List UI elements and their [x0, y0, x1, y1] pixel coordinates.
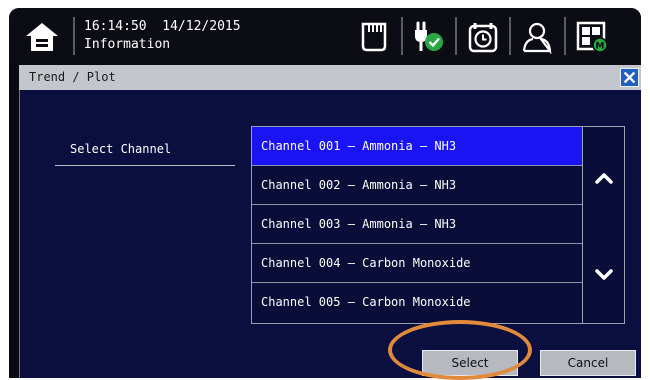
channel-row-001[interactable]: Channel 001 – Ammonia – NH3: [252, 127, 582, 166]
channel-scrollbar: [583, 126, 625, 324]
divider: [564, 17, 566, 55]
dialog-body: Select Channel Channel 001 – Ammonia – N…: [19, 90, 641, 378]
channel-row-005[interactable]: Channel 005 – Carbon Monoxide: [252, 283, 582, 322]
alarm-clock-icon[interactable]: [466, 20, 500, 54]
scroll-down-icon[interactable]: [594, 268, 614, 282]
status-time: 16:14:50: [84, 19, 147, 34]
channel-list: Channel 001 – Ammonia – NH3 Channel 002 …: [251, 126, 583, 324]
grid-menu-icon[interactable]: M: [575, 20, 609, 54]
svg-text:M: M: [596, 42, 605, 52]
home-icon[interactable]: [25, 21, 59, 53]
channel-row-002[interactable]: Channel 002 – Ammonia – NH3: [252, 166, 582, 205]
divider: [401, 17, 403, 55]
close-icon[interactable]: [620, 68, 639, 87]
dialog-title-bar: Trend / Plot: [19, 65, 641, 90]
channel-row-004[interactable]: Channel 004 – Carbon Monoxide: [252, 244, 582, 283]
user-icon[interactable]: [520, 20, 554, 54]
screen-name: Information: [84, 37, 171, 52]
divider: [509, 17, 511, 55]
select-button[interactable]: Select: [422, 350, 518, 376]
dialog-title: Trend / Plot: [29, 70, 116, 84]
channel-row-003[interactable]: Channel 003 – Ammonia – NH3: [252, 205, 582, 244]
power-plug-ok-icon[interactable]: [411, 20, 445, 54]
status-clock: 16:14:50 14/12/2015 Information: [84, 19, 241, 53]
divider: [73, 17, 75, 55]
divider: [455, 17, 457, 55]
device-screen: 16:14:50 14/12/2015 Information M Trend …: [9, 8, 641, 378]
scroll-up-icon[interactable]: [594, 171, 614, 185]
top-status-bar: 16:14:50 14/12/2015 Information M: [9, 8, 641, 65]
status-date: 14/12/2015: [162, 19, 241, 34]
cancel-button[interactable]: Cancel: [540, 350, 636, 376]
memory-card-icon[interactable]: [357, 20, 391, 54]
select-channel-label: Select Channel: [55, 142, 235, 166]
